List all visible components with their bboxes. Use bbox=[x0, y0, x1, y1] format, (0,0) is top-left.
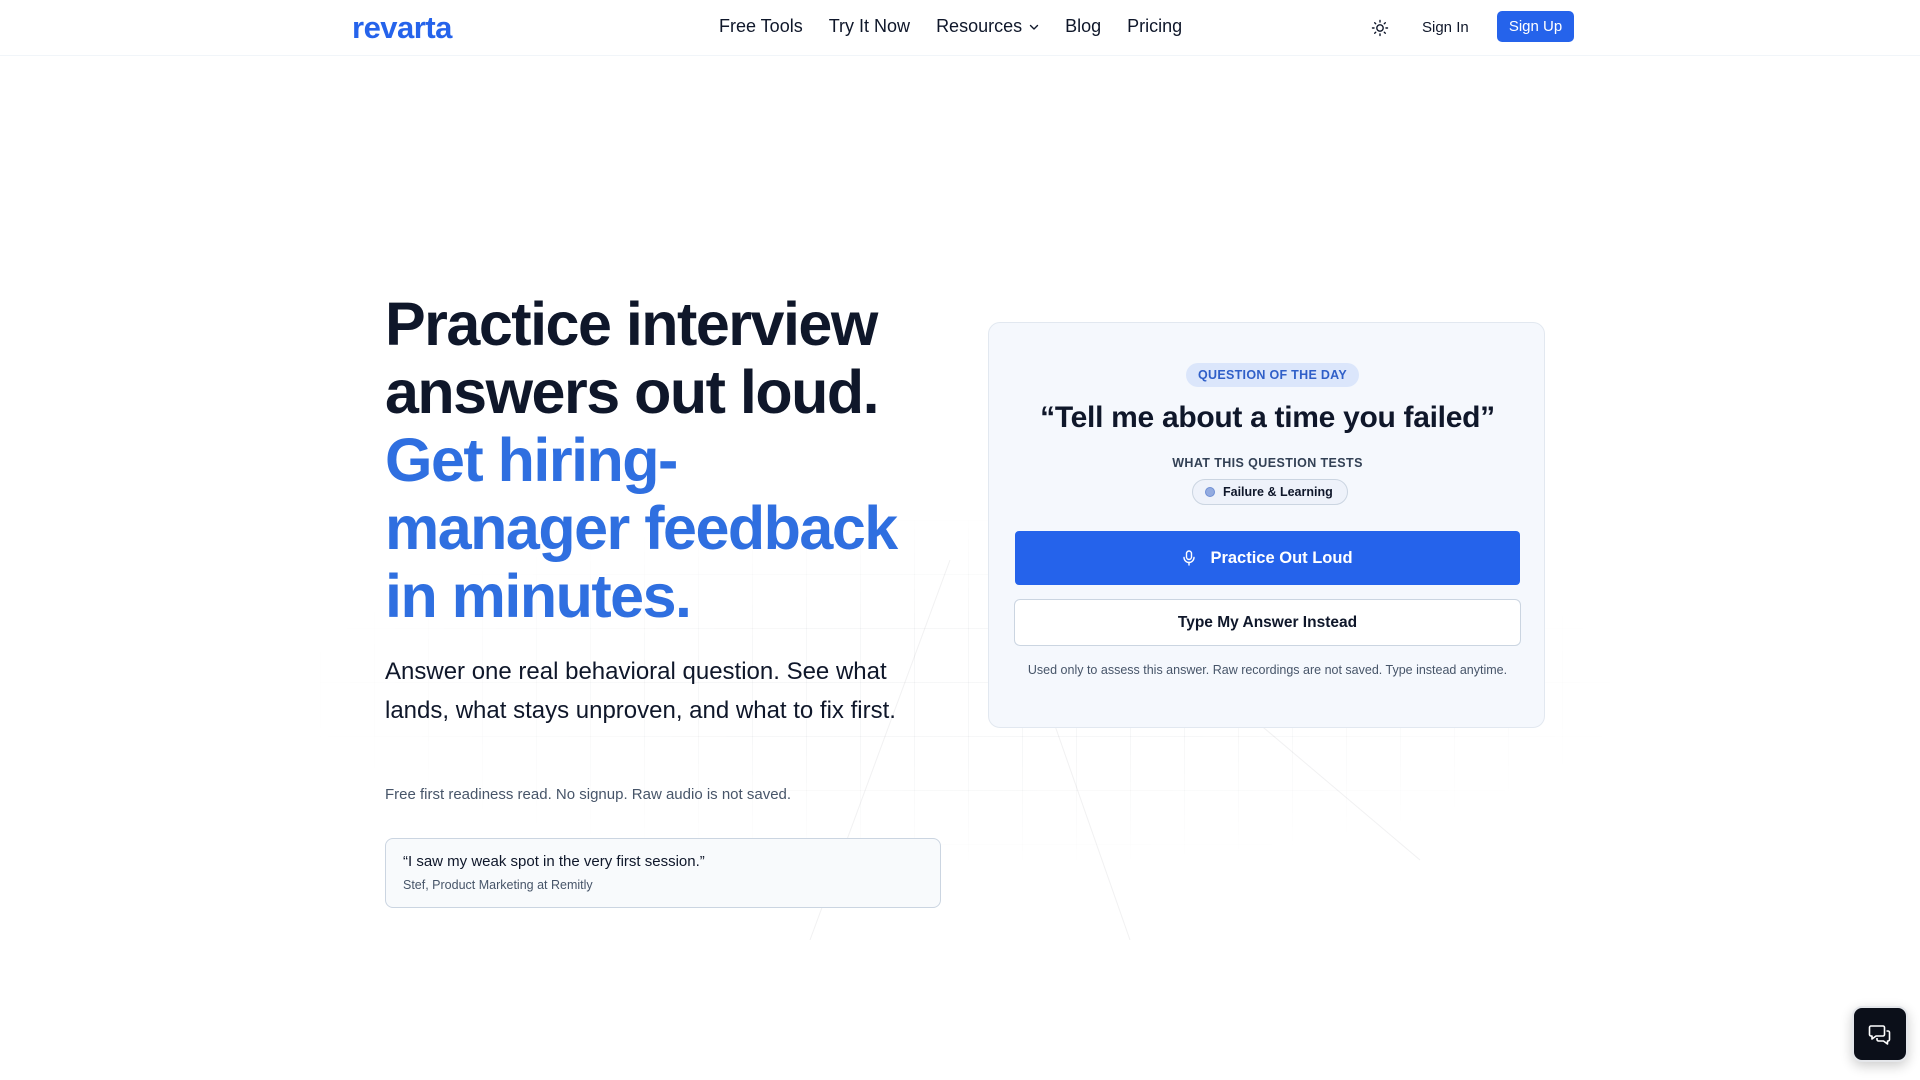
testimonial-author: Stef, Product Marketing at Remitly bbox=[403, 878, 593, 892]
background-lines bbox=[809, 539, 1541, 941]
hero-title-line-1: Practice interview bbox=[385, 290, 878, 358]
nav-try-it-now[interactable]: Try It Now bbox=[829, 16, 910, 37]
nav-blog[interactable]: Blog bbox=[1065, 16, 1101, 37]
privacy-note: Used only to assess this answer. Raw rec… bbox=[1027, 663, 1508, 677]
site-header: revarta Free Tools Try It Now Resources … bbox=[0, 0, 1920, 56]
chevron-down-icon bbox=[1029, 24, 1039, 30]
hero-accent-line-1: Get hiring- bbox=[385, 426, 678, 494]
type-answer-button[interactable]: Type My Answer Instead bbox=[1014, 599, 1521, 646]
sign-in-link[interactable]: Sign In bbox=[1422, 19, 1469, 36]
main-nav: Free Tools Try It Now Resources Blog Pri… bbox=[719, 16, 1208, 37]
hero-subtitle: Answer one real behavioral question. See… bbox=[385, 658, 896, 724]
nav-pricing[interactable]: Pricing bbox=[1127, 16, 1182, 37]
hero-title: Practice interview answers out loud. Get… bbox=[385, 290, 945, 630]
sign-up-button[interactable]: Sign Up bbox=[1497, 11, 1574, 42]
microphone-icon bbox=[1183, 550, 1196, 566]
nav-resources-label: Resources bbox=[936, 16, 1023, 36]
hero-accent-line-3: in minutes. bbox=[385, 562, 692, 630]
hero-note: Free first readiness read. No signup. Ra… bbox=[385, 786, 792, 803]
competency-tag-label: Failure & Learning bbox=[1223, 485, 1333, 499]
logo[interactable]: revarta bbox=[352, 10, 452, 46]
hero-title-line-2: answers out loud. bbox=[385, 358, 880, 426]
testimonial-card: “I saw my weak spot in the very first se… bbox=[385, 838, 941, 908]
competency-tag: Failure & Learning bbox=[1192, 479, 1348, 505]
tag-dot-icon bbox=[1205, 487, 1215, 497]
nav-resources[interactable]: Resources bbox=[936, 16, 1039, 37]
testimonial-quote: “I saw my weak spot in the very first se… bbox=[403, 853, 705, 870]
nav-free-tools[interactable]: Free Tools bbox=[719, 16, 803, 37]
question-badge: QUESTION OF THE DAY bbox=[1186, 363, 1360, 387]
question-of-the-day-card: QUESTION OF THE DAY “Tell me about a tim… bbox=[988, 322, 1545, 728]
hero-accent-line-2: manager feedback bbox=[385, 494, 898, 562]
practice-out-loud-button[interactable]: Practice Out Loud bbox=[1015, 531, 1520, 585]
question-title: “Tell me about a time you failed” bbox=[1040, 401, 1495, 434]
tests-label: WHAT THIS QUESTION TESTS bbox=[1172, 456, 1363, 470]
practice-out-loud-label: Practice Out Loud bbox=[1210, 548, 1353, 567]
chat-launcher-button[interactable] bbox=[1852, 1006, 1908, 1062]
chat-icon bbox=[1868, 1025, 1891, 1045]
sun-icon[interactable] bbox=[1370, 18, 1390, 38]
